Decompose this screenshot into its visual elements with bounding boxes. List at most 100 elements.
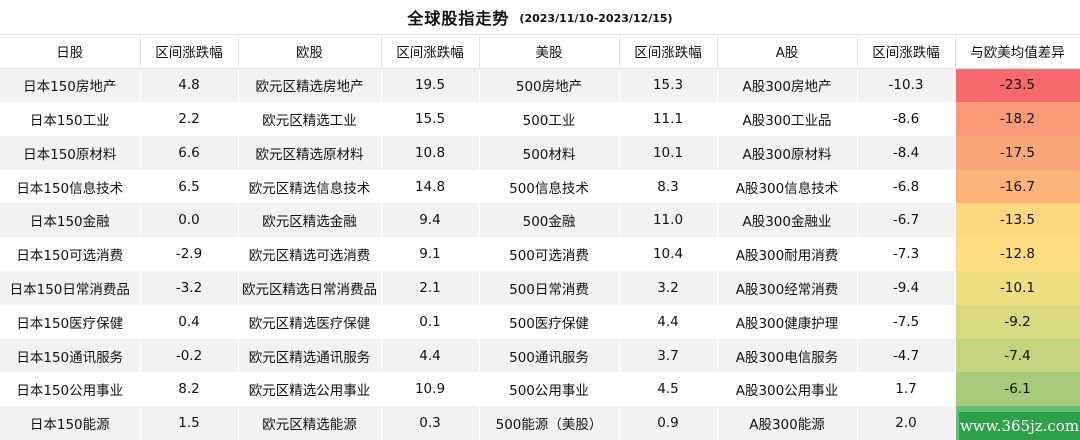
us-change-cell: 4.5	[619, 372, 718, 407]
us-index-cell: 500材料	[479, 135, 620, 170]
diff-cell: -17.5	[955, 135, 1080, 170]
header-row: 日股 区间涨跌幅 欧股 区间涨跌幅 美股 区间涨跌幅 A股 区间涨跌幅 与欧美均…	[0, 34, 1080, 69]
table-row: 日本150信息技术 6.5 欧元区精选信息技术 14.8 500信息技术 8.3 A股300…	[0, 169, 1080, 204]
table-title: 全球股指走势	[407, 9, 510, 28]
japan-change-cell: 8.2	[140, 372, 239, 407]
a-share-change-cell: -7.5	[857, 304, 956, 339]
diff-cell: -16.7	[955, 169, 1080, 204]
diff-cell: -9.2	[955, 304, 1080, 339]
japan-index-cell: 日本150工业	[0, 102, 141, 136]
table-row: 日本150公用事业 8.2 欧元区精选公用事业 10.9 500公用事业 4.5 A股300…	[0, 372, 1080, 407]
japan-change-cell: -3.2	[140, 271, 239, 305]
diff-cell: -23.5	[955, 68, 1080, 103]
a-share-index-cell: A股300耐用消费	[717, 237, 858, 272]
diff-cell: -18.2	[955, 102, 1080, 136]
header-cell: 日股	[0, 34, 141, 69]
a-share-change-cell: -6.7	[857, 203, 956, 238]
date-range: (2023/11/10-2023/12/15)	[519, 12, 673, 25]
table-row: 日本150原材料 6.6 欧元区精选原材料 10.8 500材料 10.1 A股300原材料…	[0, 135, 1080, 170]
a-share-change-cell: -7.3	[857, 237, 956, 272]
japan-index-cell: 日本150公用事业	[0, 372, 141, 407]
japan-change-cell: 2.2	[140, 102, 239, 136]
a-share-change-cell: 2.0	[857, 406, 956, 440]
euro-index-cell: 欧元区精选房地产	[238, 68, 382, 103]
us-index-cell: 500房地产	[479, 68, 620, 103]
euro-change-cell: 15.5	[381, 102, 480, 136]
us-change-cell: 0.9	[619, 406, 718, 440]
header-cell: A股	[717, 34, 858, 69]
a-share-index-cell: A股300健康护理	[717, 304, 858, 339]
us-index-cell: 500公用事业	[479, 372, 620, 407]
table-row: 日本150日常消费品 -3.2 欧元区精选日常消费品 2.1 500日常消费 3.2 A股3…	[0, 271, 1080, 305]
us-change-cell: 10.1	[619, 135, 718, 170]
japan-index-cell: 日本150房地产	[0, 68, 141, 103]
a-share-index-cell: A股300房地产	[717, 68, 858, 103]
euro-change-cell: 9.4	[381, 203, 480, 238]
euro-index-cell: 欧元区精选原材料	[238, 135, 382, 170]
a-share-change-cell: -9.4	[857, 271, 956, 305]
japan-index-cell: 日本150能源	[0, 406, 141, 440]
a-share-change-cell: 1.7	[857, 372, 956, 407]
diff-cell: -13.5	[955, 203, 1080, 238]
us-change-cell: 11.0	[619, 203, 718, 238]
diff-cell: -7.4	[955, 338, 1080, 373]
us-change-cell: 11.1	[619, 102, 718, 136]
header-cell: 区间涨跌幅	[140, 34, 239, 69]
japan-change-cell: 0.0	[140, 203, 239, 238]
table-row: 日本150可选消费 -2.9 欧元区精选可选消费 9.1 500可选消费 10.4 A股30…	[0, 237, 1080, 272]
euro-index-cell: 欧元区精选金融	[238, 203, 382, 238]
euro-change-cell: 14.8	[381, 169, 480, 204]
us-change-cell: 8.3	[619, 169, 718, 204]
a-share-index-cell: A股300信息技术	[717, 169, 858, 204]
euro-index-cell: 欧元区精选公用事业	[238, 372, 382, 407]
header-cell: 与欧美均值差异	[955, 34, 1080, 69]
euro-change-cell: 4.4	[381, 338, 480, 373]
japan-change-cell: 1.5	[140, 406, 239, 440]
us-index-cell: 500金融	[479, 203, 620, 238]
us-index-cell: 500能源（美股）	[479, 406, 620, 440]
watermark: www.365jz.com	[959, 412, 1080, 440]
japan-index-cell: 日本150原材料	[0, 135, 141, 170]
us-change-cell: 3.2	[619, 271, 718, 305]
japan-change-cell: 0.4	[140, 304, 239, 339]
euro-change-cell: 10.8	[381, 135, 480, 170]
euro-change-cell: 19.5	[381, 68, 480, 103]
table-row: 日本150能源 1.5 欧元区精选能源 0.3 500能源（美股） 0.9 A股300能源 2…	[0, 406, 1080, 440]
euro-change-cell: 2.1	[381, 271, 480, 305]
euro-change-cell: 10.9	[381, 372, 480, 407]
japan-index-cell: 日本150日常消费品	[0, 271, 141, 305]
a-share-index-cell: A股300能源	[717, 406, 858, 440]
us-index-cell: 500医疗保健	[479, 304, 620, 339]
japan-change-cell: -0.2	[140, 338, 239, 373]
diff-cell: -6.1	[955, 372, 1080, 407]
euro-change-cell: 0.1	[381, 304, 480, 339]
euro-index-cell: 欧元区精选能源	[238, 406, 382, 440]
japan-index-cell: 日本150金融	[0, 203, 141, 238]
table-title-bar: 全球股指走势 (2023/11/10-2023/12/15)	[0, 0, 1080, 34]
a-share-change-cell: -10.3	[857, 68, 956, 103]
us-change-cell: 3.7	[619, 338, 718, 373]
japan-change-cell: 4.8	[140, 68, 239, 103]
euro-index-cell: 欧元区精选日常消费品	[238, 271, 382, 305]
us-change-cell: 4.4	[619, 304, 718, 339]
us-change-cell: 10.4	[619, 237, 718, 272]
euro-index-cell: 欧元区精选工业	[238, 102, 382, 136]
us-change-cell: 15.3	[619, 68, 718, 103]
us-index-cell: 500可选消费	[479, 237, 620, 272]
japan-change-cell: 6.5	[140, 169, 239, 204]
header-cell: 区间涨跌幅	[619, 34, 718, 69]
table-row: 日本150通讯服务 -0.2 欧元区精选通讯服务 4.4 500通讯服务 3.7 A股300…	[0, 338, 1080, 373]
us-index-cell: 500工业	[479, 102, 620, 136]
us-index-cell: 500通讯服务	[479, 338, 620, 373]
table-body: 日本150房地产 4.8 欧元区精选房地产 19.5 500房地产 15.3 A股300房地…	[0, 68, 1080, 440]
a-share-change-cell: -8.6	[857, 102, 956, 136]
euro-index-cell: 欧元区精选通讯服务	[238, 338, 382, 373]
a-share-change-cell: -6.8	[857, 169, 956, 204]
euro-change-cell: 0.3	[381, 406, 480, 440]
a-share-index-cell: A股300原材料	[717, 135, 858, 170]
a-share-index-cell: A股300电信服务	[717, 338, 858, 373]
header-cell: 区间涨跌幅	[381, 34, 480, 69]
a-share-index-cell: A股300公用事业	[717, 372, 858, 407]
euro-index-cell: 欧元区精选可选消费	[238, 237, 382, 272]
japan-change-cell: -2.9	[140, 237, 239, 272]
